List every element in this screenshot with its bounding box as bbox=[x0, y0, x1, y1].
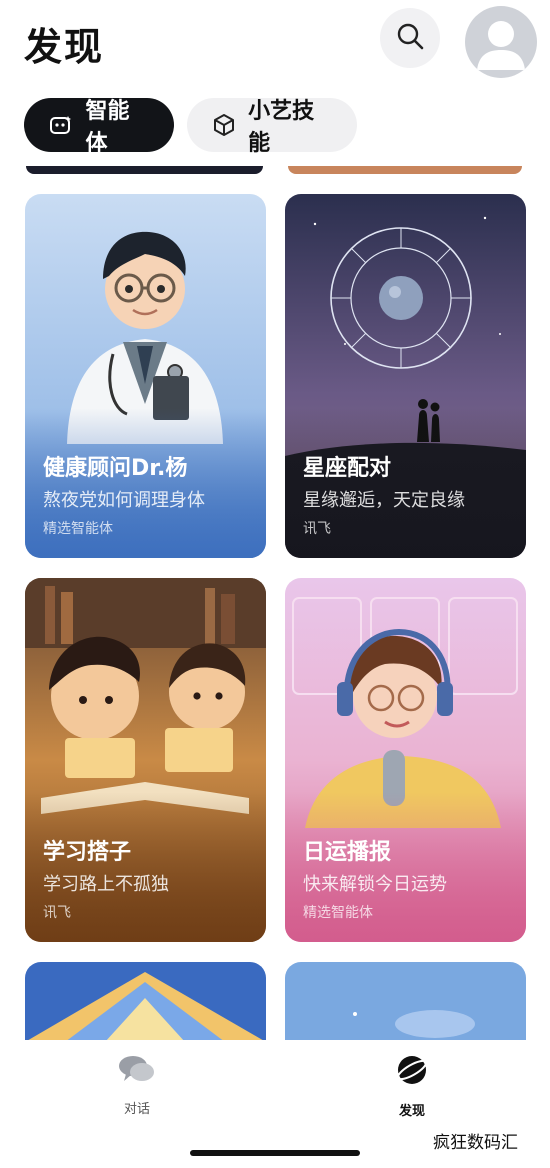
card-title: 日运播报 bbox=[303, 840, 392, 865]
agent-card-study[interactable]: 学习搭子 学习路上不孤独 讯飞 bbox=[25, 578, 266, 942]
card-subtitle: 熬夜党如何调理身体 bbox=[43, 490, 205, 511]
tab-agents[interactable]: 智能体 bbox=[24, 98, 174, 156]
cube-icon bbox=[211, 112, 236, 138]
card-source: 讯飞 bbox=[43, 905, 71, 921]
page-title: 发现 bbox=[24, 25, 105, 69]
agent-card-peek[interactable] bbox=[285, 962, 526, 1042]
tab-bar: 智能体 小艺技能 bbox=[0, 98, 550, 156]
search-icon bbox=[395, 21, 425, 55]
card-subtitle: 星缘邂逅，天定良缘 bbox=[303, 490, 465, 511]
previous-card-peek bbox=[288, 166, 522, 174]
tab-skills[interactable]: 小艺技能 bbox=[187, 98, 357, 156]
agent-icon bbox=[48, 112, 73, 138]
avatar[interactable] bbox=[465, 6, 537, 78]
nav-chat[interactable]: 对话 bbox=[97, 1054, 177, 1117]
previous-card-peek bbox=[26, 166, 263, 174]
agent-card-fortune[interactable]: 日运播报 快来解锁今日运势 精选智能体 bbox=[285, 578, 526, 942]
header: 发现 bbox=[0, 0, 550, 90]
fireworks-illustration bbox=[25, 962, 266, 1042]
chat-bubble-icon bbox=[118, 1054, 156, 1088]
card-title: 健康顾问Dr.杨 bbox=[43, 456, 188, 481]
card-subtitle: 快来解锁今日运势 bbox=[303, 874, 447, 895]
card-source: 讯飞 bbox=[303, 521, 331, 537]
user-icon bbox=[477, 21, 525, 70]
search-button[interactable] bbox=[380, 8, 440, 68]
planet-icon bbox=[396, 1054, 428, 1090]
card-source: 精选智能体 bbox=[43, 521, 113, 537]
sky-illustration bbox=[285, 962, 526, 1042]
tab-skills-label: 小艺技能 bbox=[248, 99, 315, 156]
agent-card-zodiac[interactable]: 星座配对 星缘邂逅，天定良缘 讯飞 bbox=[285, 194, 526, 558]
nav-discover[interactable]: 发现 bbox=[372, 1054, 452, 1119]
nav-chat-label: 对话 bbox=[123, 1102, 150, 1117]
card-source: 精选智能体 bbox=[303, 905, 373, 921]
home-indicator[interactable] bbox=[190, 1150, 360, 1156]
card-subtitle: 学习路上不孤独 bbox=[43, 874, 169, 895]
tab-agents-label: 智能体 bbox=[85, 99, 130, 156]
nav-discover-label: 发现 bbox=[398, 1104, 425, 1119]
watermark: 疯狂数码汇 bbox=[433, 1133, 518, 1153]
card-title: 学习搭子 bbox=[43, 840, 132, 865]
agent-card-health[interactable]: 健康顾问Dr.杨 熬夜党如何调理身体 精选智能体 bbox=[25, 194, 266, 558]
card-title: 星座配对 bbox=[303, 456, 392, 481]
agent-card-peek[interactable] bbox=[25, 962, 266, 1042]
